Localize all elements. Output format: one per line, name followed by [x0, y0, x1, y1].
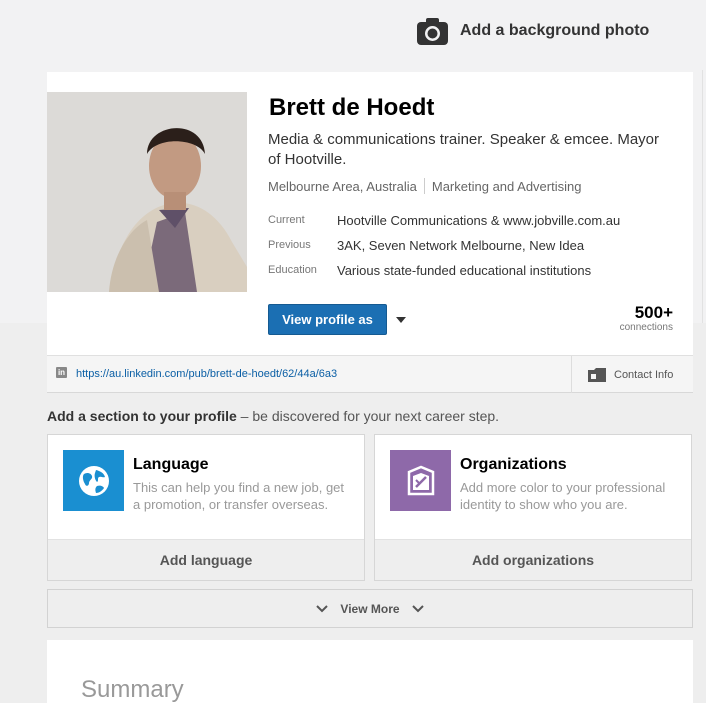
previous-value[interactable]: 3AK, Seven Network Melbourne, New Idea: [337, 238, 584, 253]
summary-title: Summary: [81, 676, 184, 703]
profile-name: Brett de Hoedt: [269, 94, 435, 121]
folder-card-icon: [588, 367, 606, 382]
previous-row: Previous 3AK, Seven Network Melbourne, N…: [268, 238, 584, 253]
right-divider: [702, 70, 703, 323]
summary-card: Summary: [47, 640, 693, 703]
add-section-bold: Add a section to your profile: [47, 408, 237, 424]
profile-location[interactable]: Melbourne Area, Australia: [268, 179, 417, 194]
connections-count[interactable]: 500+: [635, 303, 673, 323]
profile-card: Brett de Hoedt Media & communications tr…: [47, 72, 693, 355]
previous-label: Previous: [268, 239, 311, 251]
organizations-description: Add more color to your professional iden…: [460, 480, 666, 512]
current-row: Current Hootville Communications & www.j…: [268, 213, 620, 228]
organizations-suggestion-card: Organizations Add more color to your pro…: [374, 434, 692, 581]
view-more-button[interactable]: View More: [47, 589, 693, 628]
globe-icon: [63, 450, 124, 511]
current-value[interactable]: Hootville Communications & www.jobville.…: [337, 213, 620, 228]
badge-icon: [390, 450, 451, 511]
education-row: Education Various state-funded education…: [268, 263, 591, 278]
chevron-down-icon: [396, 317, 406, 323]
connections-label: connections: [619, 322, 673, 333]
meta-divider: [423, 178, 425, 194]
education-value[interactable]: Various state-funded educational institu…: [337, 263, 591, 278]
language-description: This can help you find a new job, get a …: [133, 480, 345, 512]
chevron-down-icon: [316, 604, 329, 612]
view-profile-dropdown[interactable]: [393, 312, 409, 328]
add-section-heading: Add a section to your profile – be disco…: [47, 408, 499, 424]
camera-icon: [417, 18, 448, 45]
add-organizations-button[interactable]: Add organizations: [375, 539, 691, 580]
chevron-down-icon: [411, 604, 424, 612]
contact-info-button[interactable]: Contact Info: [571, 356, 693, 393]
contact-info-label: Contact Info: [614, 368, 674, 381]
profile-photo[interactable]: [47, 92, 247, 292]
add-background-photo-button[interactable]: Add a background photo: [416, 16, 649, 46]
public-profile-url[interactable]: https://au.linkedin.com/pub/brett-de-hoe…: [76, 368, 337, 380]
view-profile-as-button[interactable]: View profile as: [268, 304, 387, 335]
view-more-label: View More: [340, 601, 400, 616]
organizations-title: Organizations: [460, 456, 567, 473]
add-section-rest: – be discovered for your next career ste…: [236, 408, 500, 424]
language-title: Language: [133, 456, 209, 473]
add-background-photo-label: Add a background photo: [460, 22, 650, 39]
profile-photo-image: [47, 92, 247, 292]
language-suggestion-card: Language This can help you find a new jo…: [47, 434, 365, 581]
profile-industry[interactable]: Marketing and Advertising: [432, 179, 582, 194]
education-label: Education: [268, 264, 317, 276]
location-industry: Melbourne Area, Australia Marketing and …: [268, 178, 581, 194]
add-language-button[interactable]: Add language: [48, 539, 364, 580]
linkedin-icon: in: [56, 367, 67, 378]
public-profile-bar: in https://au.linkedin.com/pub/brett-de-…: [47, 355, 693, 393]
current-label: Current: [268, 214, 305, 226]
profile-headline: Media & communications trainer. Speaker …: [268, 131, 660, 168]
